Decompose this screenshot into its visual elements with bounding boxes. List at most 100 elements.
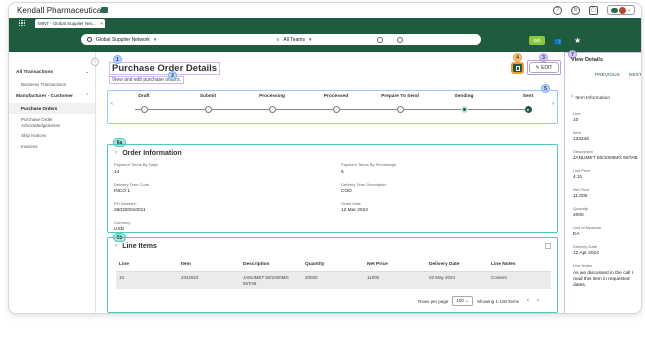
app-window: Kendall Pharmaceuticals ? ↻ ▢ ⌄ MINT - G… — [8, 2, 642, 314]
filter-option-icon[interactable] — [377, 36, 384, 43]
step-processing: Processing — [247, 94, 297, 113]
detail-label: Delivery Date — [573, 244, 598, 249]
column-header[interactable]: Quantity — [302, 258, 364, 272]
chevron-right-icon[interactable]: › — [552, 101, 554, 107]
chevron-up-icon: ⌃ — [114, 244, 119, 250]
sidebar: All Transactions ⌄ Business Transactions… — [9, 52, 96, 313]
tab-bar: MINT - Global Supplier Net... × — [9, 18, 641, 28]
chevron-right-icon[interactable]: › — [537, 298, 539, 304]
column-header[interactable]: Net Price — [364, 258, 426, 272]
step-label: Sent — [522, 94, 534, 99]
sidebar-item-invoices[interactable]: Invoices — [9, 141, 95, 152]
field-value: USD — [114, 227, 125, 232]
header-actions: ? ↻ ▢ ⌄ — [553, 5, 635, 15]
step-dot — [140, 106, 148, 113]
document-action-button[interactable] — [511, 62, 524, 74]
showing-count: Showing 1-100 items — [476, 298, 519, 304]
detail-value: 10 — [573, 118, 579, 123]
step-dot — [204, 106, 212, 113]
sidebar-item-po-acknowledgements[interactable]: Purchase Order Acknowledgements — [9, 114, 95, 130]
sidebar-section-all-transactions[interactable]: All Transactions ⌄ — [9, 66, 95, 79]
column-header[interactable]: Item — [178, 258, 240, 272]
details-panel: 7 View Details PREVIOUS NEXT ⌃ Item Info… — [564, 50, 641, 313]
field-label: Payment Terms By Days — [114, 162, 158, 167]
item-information-header[interactable]: ⌃ Item Information — [570, 96, 610, 101]
step-label: Sending — [454, 94, 474, 99]
avatar — [618, 6, 626, 14]
people-icon[interactable]: 👥 — [554, 38, 561, 45]
top-header: Kendall Pharmaceuticals ? ↻ ▢ ⌄ — [9, 3, 641, 18]
star-icon[interactable]: ★ — [574, 36, 581, 45]
chevron-down-icon: ▾ — [308, 36, 312, 43]
detail-label: Quantity — [573, 206, 588, 211]
detail-label: Description — [573, 149, 594, 154]
field-label: Payment Terms By Percentage — [341, 162, 397, 167]
table-cell: 2342523 — [178, 271, 240, 289]
chevron-left-icon[interactable]: ‹ — [111, 101, 113, 107]
table-cell: Content — [488, 271, 551, 289]
document-icon — [516, 66, 520, 71]
sidebar-section-label: Manufacturer - Customer — [16, 94, 74, 99]
tab-global-supplier-network[interactable]: MINT - Global Supplier Net... × — [35, 19, 105, 28]
go-button[interactable]: GO — [529, 36, 545, 45]
teams-icon: ≡ — [276, 36, 280, 43]
network-search-bar[interactable]: Global Supplier Network ▾ ≡ All Teams ▾ — [81, 34, 481, 45]
column-header[interactable]: Line — [116, 258, 178, 272]
close-icon[interactable]: × — [100, 21, 103, 26]
detail-label: Line Notes — [573, 263, 593, 268]
line-items-section: ⌃ Line Items Line Item Description Quanti… — [107, 237, 558, 313]
order-information-header[interactable]: ⌃ Order Information — [114, 150, 182, 157]
field-value: 260320010011 — [114, 208, 146, 213]
sync-icon[interactable]: ↻ — [571, 5, 580, 15]
step-draft: Draft — [119, 94, 169, 113]
search-band: Global Supplier Network ▾ ≡ All Teams ▾ … — [9, 28, 641, 52]
help-icon[interactable]: ? — [553, 5, 562, 15]
column-header[interactable]: Delivery Date — [426, 258, 488, 272]
detail-value: 123246 — [573, 137, 590, 142]
notifications-icon[interactable]: ▢ — [589, 5, 598, 15]
rows-per-page-select[interactable]: 100 ⌄ — [452, 296, 473, 306]
sidebar-item-business-transactions[interactable]: Business Transactions — [9, 79, 95, 90]
table-cell: JANUMET 50/1000MG 56TAB — [240, 271, 302, 289]
chevron-up-icon: ⌃ — [114, 151, 119, 157]
rows-per-page-label: Rows per page — [418, 298, 449, 304]
order-information-section: ⌃ Order Information Payment Terms By Days… — [107, 144, 558, 233]
detail-value: As we discussed in the call I read this … — [573, 271, 633, 288]
table-row[interactable]: 10 2342523 JANUMET 50/1000MG 56TAB 20000… — [116, 271, 551, 289]
field-label: Order Date — [341, 201, 361, 206]
network-select[interactable]: Global Supplier Network — [96, 37, 150, 43]
field-value: 12 Mar 2024 — [341, 208, 368, 213]
detail-label: Unit of Measure — [573, 225, 602, 230]
expand-icon[interactable] — [545, 243, 551, 249]
next-button[interactable]: NEXT — [629, 73, 641, 78]
chevron-down-icon: ⌄ — [465, 298, 469, 303]
line-items-header[interactable]: ⌃ Line Items — [114, 243, 157, 250]
chevron-down-icon: ▾ — [153, 36, 157, 43]
previous-button[interactable]: PREVIOUS — [595, 73, 620, 78]
step-label: Prepare To Send — [381, 94, 419, 99]
column-header[interactable]: Line Notes — [488, 258, 551, 272]
field-label: Currency — [114, 220, 131, 225]
sidebar-item-purchase-orders[interactable]: Purchase Orders — [9, 103, 95, 114]
apps-grid-icon[interactable] — [19, 20, 25, 26]
section-title: Item Information — [575, 96, 611, 101]
sidebar-section-manufacturer-customer[interactable]: Manufacturer - Customer ⌃ — [9, 90, 95, 103]
details-panel-title: View Details — [571, 57, 603, 63]
table-cell: 11000 — [364, 271, 426, 289]
step-prepare-to-send: Prepare To Send — [375, 94, 425, 113]
user-menu-button[interactable]: ⌄ — [607, 5, 635, 15]
chevron-left-icon[interactable]: ‹ — [527, 298, 529, 304]
filter-option-icon[interactable] — [397, 36, 404, 43]
pagination: Rows per page 100 ⌄ Showing 1-100 items … — [418, 296, 539, 306]
field-value: 14 — [114, 170, 120, 175]
edit-button[interactable]: ✎ EDIT — [529, 62, 559, 73]
line-items-table: Line Item Description Quantity Net Price… — [116, 258, 551, 289]
step-sent: Sent ● — [503, 94, 553, 113]
step-label: Submit — [199, 94, 217, 99]
column-header[interactable]: Description — [240, 258, 302, 272]
detail-value: 11,000 — [573, 194, 588, 199]
table-cell: 02 May 2024 — [426, 271, 488, 289]
teams-select[interactable]: All Teams — [283, 37, 305, 43]
step-label: Draft — [138, 94, 150, 99]
sidebar-item-ship-notices[interactable]: Ship Notices — [9, 130, 95, 141]
